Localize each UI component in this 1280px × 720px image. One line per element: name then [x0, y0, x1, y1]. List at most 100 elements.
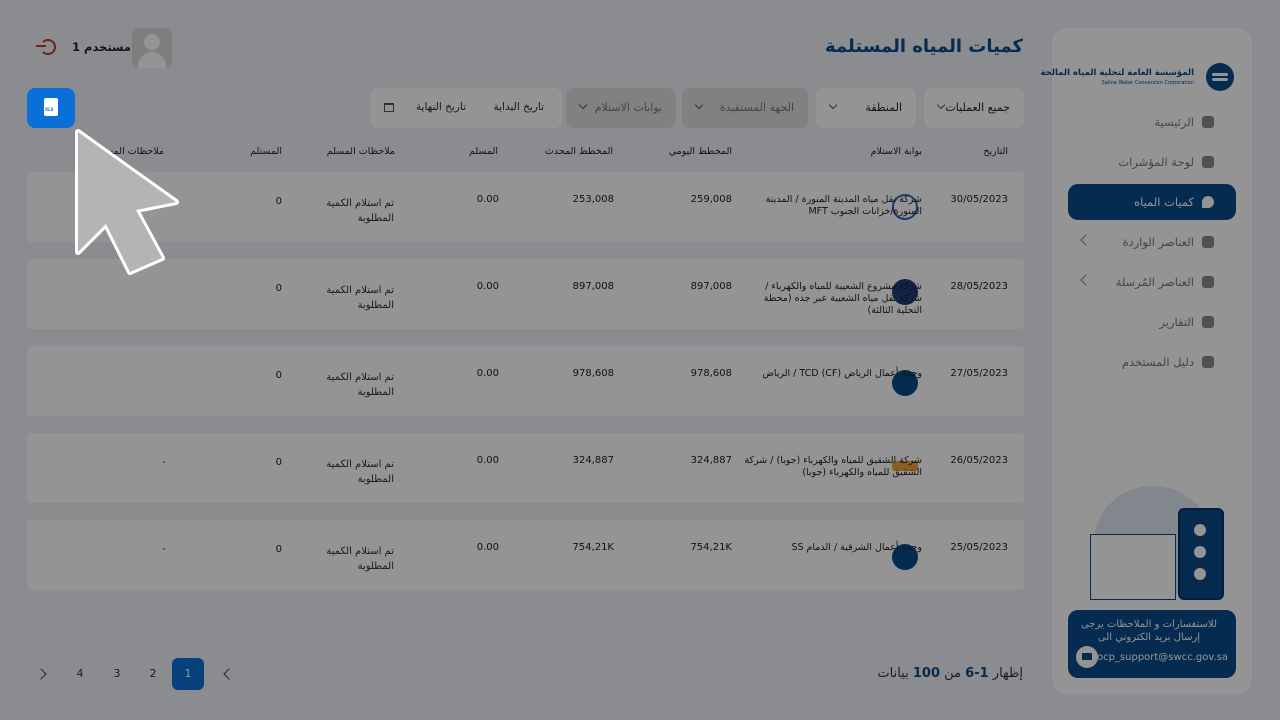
- sidebar: المؤسسة العامة لتحلية المياه المالحة Sal…: [1041, 28, 1252, 694]
- sidebar-item-user-guide[interactable]: دليل المستخدم: [1068, 344, 1236, 380]
- calendar-icon: [384, 103, 394, 112]
- row-date: 28/05/2023: [950, 281, 1008, 292]
- row-delivered: 0.00: [476, 194, 499, 205]
- row-updated-plan: 324,887: [572, 455, 614, 466]
- prev-page-icon[interactable]: [213, 658, 245, 690]
- mail-icon[interactable]: [1076, 646, 1098, 668]
- swcc-logo[interactable]: المؤسسة العامة لتحلية المياه المالحة Sal…: [1041, 62, 1238, 92]
- table-row[interactable]: 28/05/2023 شركة مشروع الشعيبة للمياه وال…: [27, 259, 1024, 329]
- beneficiary-filter-label: الجهة المستفيدة: [719, 101, 794, 114]
- beneficiary-filter[interactable]: الجهة المستفيدة: [682, 88, 808, 128]
- chevron-left-icon: [1080, 234, 1092, 246]
- page-3[interactable]: 3: [101, 658, 133, 690]
- export-xls-button[interactable]: XLS: [27, 88, 75, 128]
- row-daily-plan: 978,608: [690, 368, 732, 379]
- sidebar-item-water-quantities[interactable]: كميات المياه: [1068, 184, 1236, 220]
- chevron-down-icon: [828, 100, 838, 110]
- row-delivered-note: تم استلام الكمية المطلوبة: [326, 285, 394, 311]
- sidebar-item-label: دليل المستخدم: [1121, 355, 1194, 369]
- logout-icon[interactable]: [36, 39, 56, 55]
- table-row[interactable]: 27/05/2023 وحدة أعمال الرياض TCD (CF) / …: [27, 346, 1024, 416]
- sidebar-item-reports[interactable]: التقارير: [1068, 304, 1236, 340]
- sidebar-item-indicators[interactable]: لوحة المؤشرات: [1068, 144, 1236, 180]
- col-gate: بوابة الاستلام: [870, 146, 922, 157]
- support-contact-card: للاستفسارات و الملاحظات يرجى إرسال بريد …: [1068, 610, 1236, 678]
- logo-subtext: Saline Water Conversion Corporation: [1101, 80, 1194, 86]
- results-summary: إظهار 1-6 من 100 بيانات: [877, 666, 1023, 681]
- support-contact-text: للاستفسارات و الملاحظات يرجى إرسال بريد …: [1080, 619, 1218, 643]
- outbox-icon: [1202, 276, 1214, 288]
- row-received: 0: [275, 457, 282, 468]
- gates-filter-label: بوابات الاستلام: [594, 101, 662, 114]
- pie-chart-icon: [1202, 156, 1214, 168]
- row-date: 27/05/2023: [950, 368, 1008, 379]
- row-received: 0: [275, 370, 282, 381]
- dashboard-icon: [1202, 116, 1214, 128]
- table-row[interactable]: 25/05/2023 وحدة أعمال الشرقية / الدمام S…: [27, 520, 1024, 590]
- app-screen: المؤسسة العامة لتحلية المياه المالحة Sal…: [0, 0, 1280, 720]
- row-received: 0: [275, 544, 282, 555]
- row-received: 0: [275, 196, 282, 207]
- summary-of: من: [944, 666, 962, 681]
- row-received-note: -: [162, 457, 166, 468]
- logo-icon: [1206, 63, 1234, 91]
- sidebar-item-label: لوحة المؤشرات: [1118, 155, 1194, 169]
- at-icon: [1194, 568, 1206, 580]
- row-updated-plan: 754,21K: [572, 542, 614, 553]
- row-received: 0: [275, 283, 282, 294]
- row-gate: شركة نقل مياه المدينة المنورة / المدينة …: [765, 194, 922, 217]
- row-delivered-note: تم استلام الكمية المطلوبة: [326, 546, 394, 572]
- gates-filter[interactable]: بوابات الاستلام: [566, 88, 676, 128]
- next-page-icon[interactable]: [27, 658, 59, 690]
- row-delivered: 0.00: [476, 542, 499, 553]
- operations-filter-label: جميع العمليات: [945, 101, 1010, 114]
- row-daily-plan: 897,008: [690, 281, 732, 292]
- summary-total: 100: [912, 666, 941, 681]
- page-2[interactable]: 2: [137, 658, 169, 690]
- row-delivered-note: تم استلام الكمية المطلوبة: [326, 372, 394, 398]
- page-4[interactable]: 4: [64, 658, 96, 690]
- contact-illustration: [1086, 484, 1226, 604]
- start-date-field[interactable]: تاريخ البداية: [494, 101, 545, 113]
- summary-prefix: إظهار: [992, 666, 1023, 681]
- page-1[interactable]: 1: [172, 658, 204, 690]
- water-drop-icon: [1202, 196, 1214, 208]
- support-email-link[interactable]: ocp_support@swcc.gov.sa: [1097, 652, 1228, 663]
- table-row[interactable]: 26/05/2023 شركة الشقيق للمياه والكهرباء …: [27, 433, 1024, 503]
- sidebar-nav: الرئيسية لوحة المؤشرات كميات المياه العن…: [1068, 104, 1236, 384]
- row-date: 30/05/2023: [950, 194, 1008, 205]
- sidebar-item-home[interactable]: الرئيسية: [1068, 104, 1236, 140]
- summary-range: 1-6: [965, 666, 989, 681]
- book-icon: [1202, 356, 1214, 368]
- summary-suffix: بيانات: [877, 666, 909, 681]
- col-date: التاريخ: [983, 146, 1008, 157]
- row-updated-plan: 897,008: [572, 281, 614, 292]
- envelope-icon: [1090, 534, 1176, 600]
- row-date: 26/05/2023: [950, 455, 1008, 466]
- col-delivered-notes: ملاحظات المسلم: [326, 146, 395, 157]
- table-row[interactable]: 30/05/2023 شركة نقل مياه المدينة المنورة…: [27, 172, 1024, 242]
- chat-icon: [1194, 524, 1206, 536]
- row-delivered: 0.00: [476, 281, 499, 292]
- logo-text: المؤسسة العامة لتحلية المياه المالحة: [1040, 68, 1194, 78]
- sidebar-item-incoming[interactable]: العناصر الواردة: [1068, 224, 1236, 260]
- row-daily-plan: 324,887: [690, 455, 732, 466]
- xls-label: XLS: [45, 107, 54, 112]
- page-title: كميات المياه المستلمة: [825, 36, 1023, 57]
- col-updated-plan: المخطط المحدث: [544, 146, 613, 157]
- date-range-picker[interactable]: تاريخ البداية تاريخ النهاية: [370, 88, 562, 128]
- row-delivered-note: تم استلام الكمية المطلوبة: [326, 198, 394, 224]
- chevron-left-icon: [1080, 274, 1092, 286]
- sidebar-item-sent[interactable]: العناصر المُرسلة: [1068, 264, 1236, 300]
- avatar[interactable]: [132, 28, 172, 68]
- operations-filter[interactable]: جميع العمليات: [924, 88, 1024, 128]
- chevron-down-icon: [578, 100, 588, 110]
- report-icon: [1202, 316, 1214, 328]
- end-date-field[interactable]: تاريخ النهاية: [416, 101, 466, 113]
- row-gate: وحدة أعمال الشرقية / الدمام SS: [791, 542, 922, 553]
- region-filter[interactable]: المنطقة: [816, 88, 916, 128]
- user-name: مستخدم 1: [72, 40, 131, 54]
- row-gate: شركة الشقيق للمياه والكهرباء (جوبا) / شر…: [744, 455, 922, 478]
- row-delivered: 0.00: [476, 455, 499, 466]
- user-menu: مستخدم 1: [28, 26, 178, 70]
